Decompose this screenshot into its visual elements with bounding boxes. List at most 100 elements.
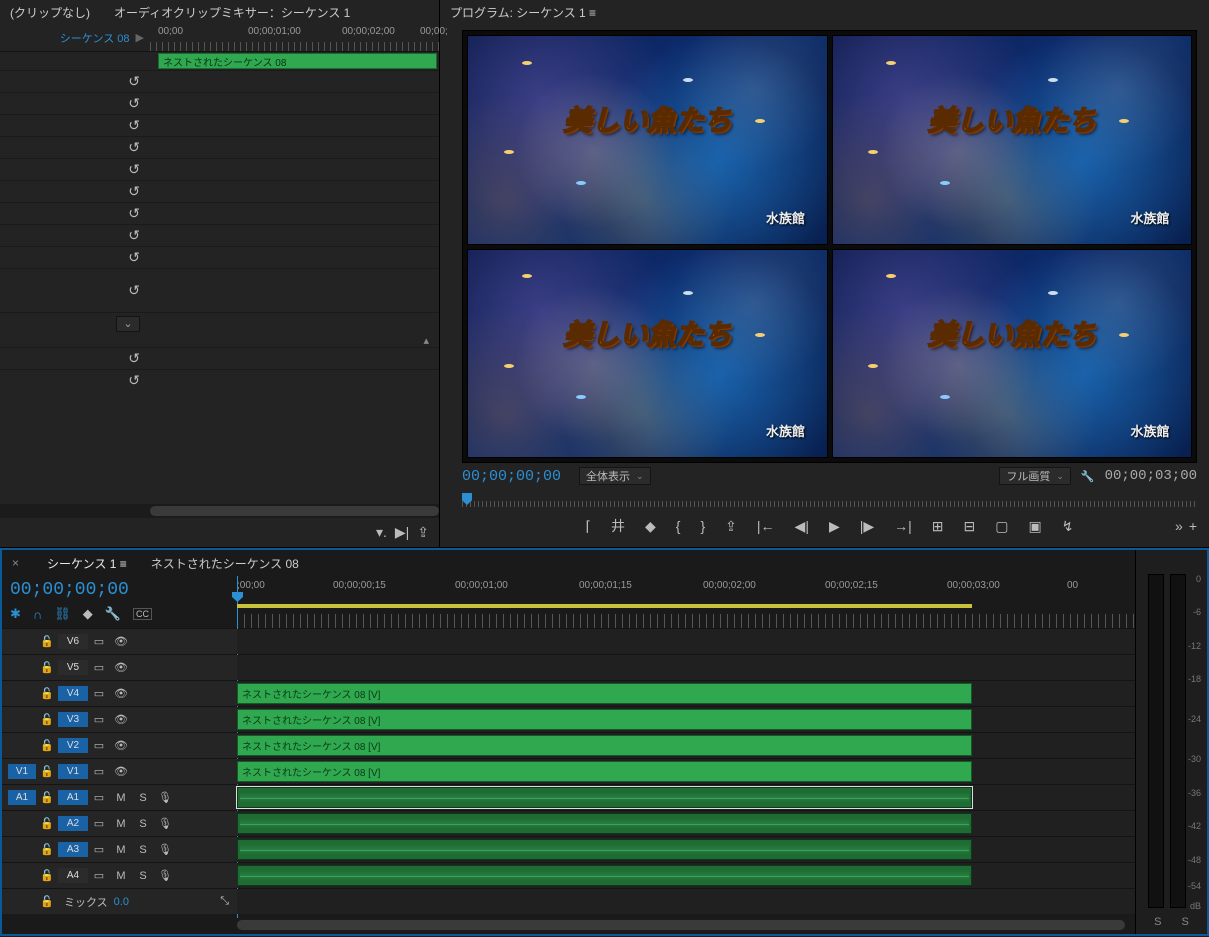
audio-clip[interactable]: [237, 813, 972, 834]
undo-icon[interactable]: ↺: [128, 73, 140, 90]
step-fwd-icon[interactable]: |▶: [860, 518, 874, 535]
lock-icon[interactable]: 🔓: [36, 817, 58, 830]
sync-lock-icon[interactable]: ▭: [88, 791, 110, 804]
track-target[interactable]: V2: [58, 738, 88, 753]
sync-lock-icon[interactable]: ▭: [88, 713, 110, 726]
lock-icon[interactable]: 🔓: [36, 713, 58, 726]
solo-button[interactable]: S: [132, 792, 154, 804]
sync-lock-icon[interactable]: ▭: [88, 869, 110, 882]
compare-icon[interactable]: ▣: [1028, 518, 1041, 535]
undo-icon[interactable]: ↺: [128, 249, 140, 266]
solo-button[interactable]: S: [132, 870, 154, 882]
undo-icon[interactable]: ↺: [128, 282, 140, 299]
timeline-tab-active[interactable]: シーケンス 1 ≡: [47, 555, 127, 572]
audio-clip[interactable]: [237, 865, 972, 886]
track-target[interactable]: V5: [58, 660, 88, 675]
lock-icon[interactable]: 🔓: [36, 687, 58, 700]
video-clip[interactable]: ネストされたシーケンス 08 [V]: [237, 683, 972, 704]
nest-icon[interactable]: ✱: [10, 606, 21, 622]
play-icon[interactable]: ▶: [829, 518, 840, 535]
track-lane[interactable]: ネストされたシーケンス 08 [V]: [237, 733, 1135, 758]
lock-icon[interactable]: 🔓: [36, 765, 58, 778]
lock-icon[interactable]: 🔓: [36, 869, 58, 882]
sync-lock-icon[interactable]: ▭: [88, 635, 110, 648]
track-lane[interactable]: ネストされたシーケンス 08 [V]: [237, 759, 1135, 784]
timeline-tab-other[interactable]: ネストされたシーケンス 08: [151, 555, 299, 572]
marker-tool-icon[interactable]: ◆: [83, 606, 93, 622]
video-clip[interactable]: ネストされたシーケンス 08 [V]: [237, 735, 972, 756]
eye-icon[interactable]: 👁: [110, 687, 132, 700]
audio-clip[interactable]: [237, 839, 972, 860]
sync-lock-icon[interactable]: ▭: [88, 739, 110, 752]
resolution-select[interactable]: フル画質⌄: [999, 467, 1071, 485]
eye-icon[interactable]: 👁: [110, 713, 132, 726]
mark-in-icon[interactable]: ⌈: [586, 518, 591, 535]
source-patch[interactable]: V1: [8, 764, 36, 779]
undo-icon[interactable]: ↺: [128, 117, 140, 134]
cc-icon[interactable]: CC: [133, 608, 152, 620]
out-brace-icon[interactable]: }: [700, 518, 705, 534]
mute-button[interactable]: M: [110, 792, 132, 804]
sync-lock-icon[interactable]: ▭: [88, 843, 110, 856]
program-monitor-tab[interactable]: プログラム: シーケンス 1 ≡: [440, 0, 1209, 24]
voice-over-icon[interactable]: 🎙: [154, 843, 176, 856]
voice-over-icon[interactable]: 🎙: [154, 817, 176, 830]
mini-hscroll[interactable]: [0, 504, 439, 518]
play-only-icon[interactable]: ▶: [136, 31, 144, 44]
link-select-icon[interactable]: ⛓: [54, 606, 71, 622]
source-patch[interactable]: A1: [8, 790, 36, 805]
undo-icon[interactable]: ↺: [128, 95, 140, 112]
audio-clip-mixer-tab[interactable]: オーディオクリップミキサー：シーケンス 1: [114, 4, 350, 20]
track-lane[interactable]: [237, 837, 1135, 862]
timeline-timecode[interactable]: 00;00;00;00: [10, 580, 229, 600]
eye-icon[interactable]: 👁: [110, 765, 132, 778]
source-patch[interactable]: [8, 874, 36, 878]
undo-icon[interactable]: ↺: [128, 183, 140, 200]
effect-controls-tab[interactable]: (クリップなし): [10, 4, 90, 20]
track-lane[interactable]: [237, 863, 1135, 888]
effect-dropdown[interactable]: ⌄: [116, 316, 140, 332]
source-patch[interactable]: [8, 692, 36, 696]
track-target[interactable]: A4: [58, 868, 88, 883]
eye-icon[interactable]: 👁: [110, 661, 132, 674]
track-lane[interactable]: [237, 811, 1135, 836]
sync-lock-icon[interactable]: ▭: [88, 687, 110, 700]
wrench-icon[interactable]: 🔧: [105, 606, 121, 622]
zoom-select[interactable]: 全体表示⌄: [579, 467, 651, 485]
program-preview[interactable]: 美しい魚たち 水族館 美しい魚たち 水族館 美しい魚たち 水族館 美しい魚たち …: [462, 30, 1197, 463]
step-back-icon[interactable]: ◀|: [795, 518, 809, 535]
track-lane[interactable]: [237, 785, 1135, 810]
program-timecode[interactable]: 00;00;00;00: [462, 468, 561, 485]
track-target[interactable]: V4: [58, 686, 88, 701]
track-target[interactable]: V3: [58, 712, 88, 727]
solo-button[interactable]: S: [132, 844, 154, 856]
undo-icon[interactable]: ↺: [128, 161, 140, 178]
mute-button[interactable]: M: [110, 844, 132, 856]
audio-clip[interactable]: [237, 787, 972, 808]
add-button-icon[interactable]: +: [1189, 518, 1197, 534]
track-lane[interactable]: [237, 629, 1135, 654]
overwrite-icon[interactable]: ⊟: [964, 518, 976, 535]
lift-icon[interactable]: ⇪: [725, 518, 737, 535]
track-target[interactable]: V1: [58, 764, 88, 779]
video-clip[interactable]: ネストされたシーケンス 08 [V]: [237, 709, 972, 730]
lock-icon[interactable]: 🔓: [36, 739, 58, 752]
sequence-link[interactable]: シーケンス 08: [60, 30, 130, 46]
work-area-bar[interactable]: [237, 604, 972, 608]
eye-icon[interactable]: 👁: [110, 635, 132, 648]
track-target[interactable]: A3: [58, 842, 88, 857]
eye-icon[interactable]: 👁: [110, 739, 132, 752]
collapse-up-icon[interactable]: ▴: [423, 334, 429, 347]
settings-icon[interactable]: 🔧: [1081, 470, 1095, 483]
source-patch[interactable]: [8, 822, 36, 826]
more-icon[interactable]: »: [1175, 518, 1183, 534]
sync-lock-icon[interactable]: ▭: [88, 817, 110, 830]
timeline-ruler[interactable]: ;00;00 00;00;00;15 00;00;01;00 00;00;01;…: [237, 576, 1135, 628]
track-target[interactable]: V6: [58, 634, 88, 649]
mute-button[interactable]: M: [110, 818, 132, 830]
source-patch[interactable]: [8, 848, 36, 852]
source-patch[interactable]: [8, 718, 36, 722]
lock-icon[interactable]: 🔓: [36, 791, 58, 804]
undo-icon[interactable]: ↺: [128, 205, 140, 222]
track-target[interactable]: A1: [58, 790, 88, 805]
